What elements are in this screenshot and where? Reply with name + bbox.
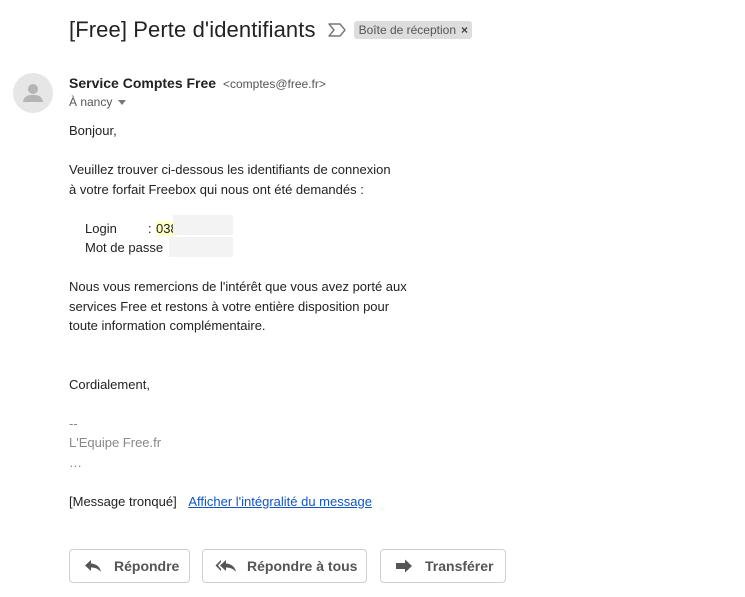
- show-full-message-link[interactable]: Afficher l'intégralité du message: [188, 494, 372, 509]
- signature-team: L'Equipe Free.fr: [69, 435, 162, 450]
- forward-label: Transférer: [425, 558, 494, 574]
- inbox-label-chip[interactable]: Boîte de réception ×: [353, 21, 473, 39]
- remove-label-icon[interactable]: ×: [461, 23, 468, 37]
- reply-arrow-icon: [82, 559, 104, 573]
- forward-arrow-icon: [393, 559, 415, 573]
- sender-avatar[interactable]: [13, 73, 53, 113]
- truncated-notice: [Message tronqué]: [69, 494, 177, 509]
- thanks-line-2: services Free et restons à votre entière…: [69, 299, 390, 314]
- reply-all-arrow-icon: [215, 559, 237, 573]
- login-colon: :: [148, 221, 152, 236]
- sender-email: <comptes@free.fr>: [222, 77, 326, 91]
- email-subject: [Free] Perte d'identifiants: [69, 17, 316, 42]
- intro-line-1: Veuillez trouver ci-dessous les identifi…: [69, 162, 391, 177]
- sender-name[interactable]: Service Comptes Free: [69, 75, 216, 91]
- password-label: Mot de passe: [85, 240, 164, 255]
- inbox-label-text: Boîte de réception: [358, 23, 456, 37]
- recipient-text: À nancy: [69, 95, 113, 109]
- intro-line-2: à votre forfait Freebox qui nous ont été…: [69, 182, 364, 197]
- truncated-line: [Message tronqué] Afficher l'intégralité…: [69, 494, 372, 510]
- forward-button[interactable]: Transférer: [380, 549, 506, 583]
- importance-marker-icon[interactable]: [327, 23, 346, 37]
- reply-all-label: Répondre à tous: [247, 558, 358, 574]
- thanks-line-3: toute information complémentaire.: [69, 318, 266, 333]
- signature-dashes: --: [69, 416, 78, 431]
- chevron-down-icon[interactable]: [118, 100, 127, 105]
- redacted-login: [173, 215, 233, 235]
- reply-label: Répondre: [114, 558, 180, 574]
- thanks-line-1: Nous vous remercions de l'intérêt que vo…: [69, 279, 407, 294]
- redacted-password: [169, 237, 233, 257]
- sender-line: Service Comptes Free <comptes@free.fr>: [69, 75, 326, 91]
- reply-all-button[interactable]: Répondre à tous: [202, 549, 367, 583]
- greeting: Bonjour,: [69, 123, 117, 138]
- login-label: Login: [85, 221, 117, 236]
- signature-ellipsis[interactable]: …: [69, 455, 82, 471]
- closing: Cordialement,: [69, 377, 150, 392]
- person-icon: [23, 84, 43, 102]
- recipient-line: À nancy: [69, 95, 127, 109]
- subject-row: [Free] Perte d'identifiants Boîte de réc…: [69, 17, 473, 43]
- reply-button[interactable]: Répondre: [69, 549, 190, 583]
